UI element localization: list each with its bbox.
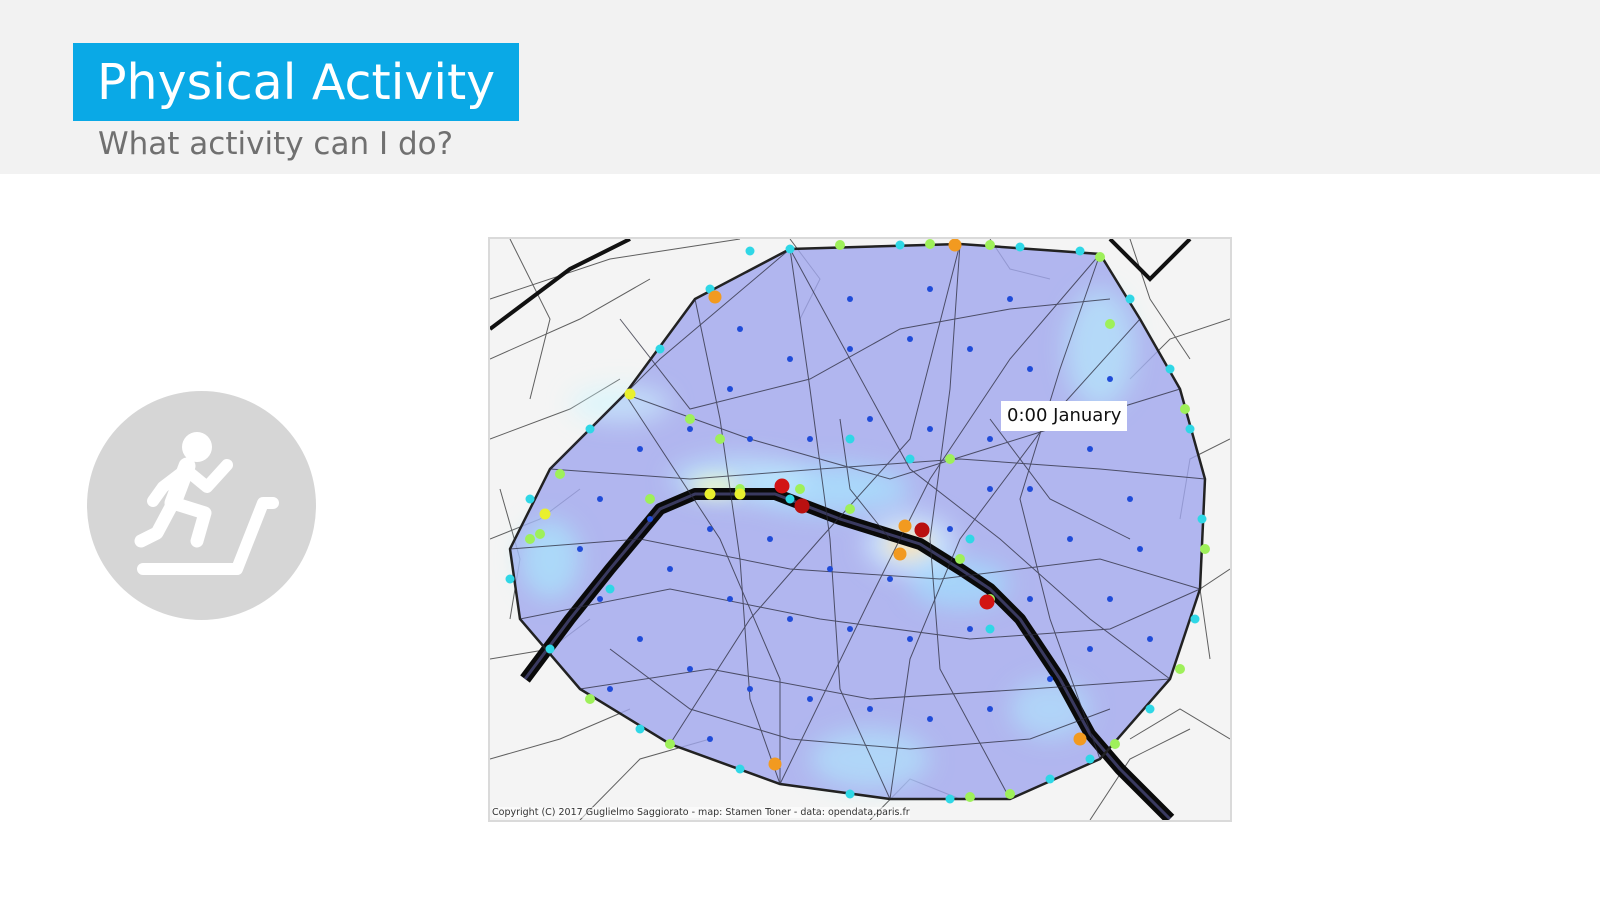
- map-canvas: [490, 239, 1230, 820]
- page-subtitle: What activity can I do?: [98, 126, 454, 162]
- time-label: 0:00 January: [1001, 401, 1128, 431]
- treadmill-runner-icon: [87, 391, 316, 620]
- title-banner: Physical Activity: [73, 43, 520, 121]
- paris-heatmap: 0:00 January Copyright (C) 2017 Guglielm…: [488, 237, 1232, 822]
- page-title: Physical Activity: [97, 53, 496, 111]
- map-copyright: Copyright (C) 2017 Guglielmo Saggiorato …: [492, 807, 910, 818]
